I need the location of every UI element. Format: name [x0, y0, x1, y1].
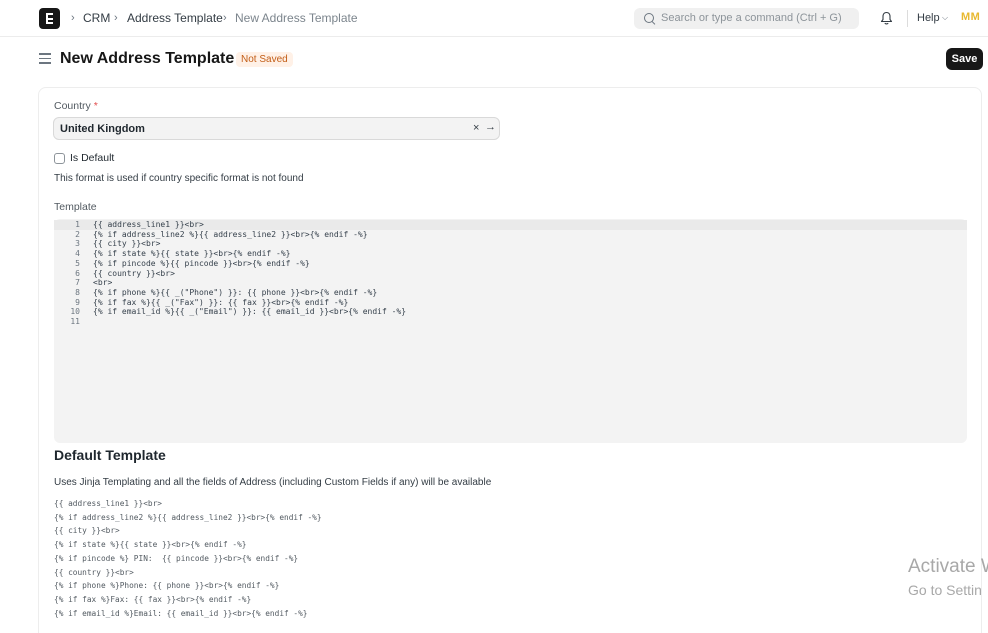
default-template-line: {% if phone %}Phone: {{ phone }}<br>{% e…	[54, 581, 280, 591]
line-number: 1	[75, 220, 80, 229]
avatar[interactable]: MM	[961, 11, 980, 23]
save-button[interactable]: Save	[946, 48, 983, 70]
default-template-description: Uses Jinja Templating and all the fields…	[54, 477, 492, 488]
code-text: {{ city }}<br>	[93, 239, 161, 249]
breadcrumb-separator-icon: ›	[223, 12, 227, 24]
code-text: {% if pincode %}{{ pincode }}<br>{% endi…	[93, 258, 310, 268]
line-number: 8	[75, 287, 80, 297]
line-number: 2	[75, 229, 80, 239]
template-code-editor[interactable]: 1 {{ address_line1 }}<br> 2 {% if address_…	[54, 219, 967, 443]
code-text: {{ country }}<br>	[93, 268, 175, 278]
code-text: {% if state %}{{ state }}<br>{% endif -%…	[93, 249, 291, 259]
search-placeholder: Search or type a command (Ctrl + G)	[661, 12, 842, 24]
code-text: {% if phone %}{{ _("Phone") }}: {{ phone…	[93, 287, 378, 297]
default-template-heading: Default Template	[54, 447, 166, 463]
code-text: {% if fax %}{{ _("Fax") }}: {{ fax }}<br…	[93, 297, 349, 307]
breadcrumb-address-template[interactable]: Address Template	[127, 11, 223, 25]
breadcrumb-separator-icon: ›	[114, 12, 118, 24]
country-value: United Kingdom	[60, 123, 145, 135]
arrow-right-icon[interactable]: →	[485, 121, 496, 133]
search-bar[interactable]: Search or type a command (Ctrl + G)	[634, 8, 859, 29]
country-label: Country *	[54, 100, 98, 112]
required-mark: *	[93, 100, 98, 112]
navbar-divider	[907, 10, 908, 27]
line-number: 4	[75, 249, 80, 259]
activation-watermark: Activate W Go to Settin	[908, 556, 988, 598]
close-icon[interactable]: ×	[473, 122, 479, 134]
search-icon	[644, 13, 654, 23]
template-label: Template	[54, 201, 97, 213]
line-number: 5	[75, 258, 80, 268]
default-template-line: {% if fax %}Fax: {{ fax }}<br>{% endif -…	[54, 594, 252, 604]
default-template-line: {% if address_line2 %}{{ address_line2 }…	[54, 512, 322, 522]
default-template-line: {% if email_id %}Email: {{ email_id }}<b…	[54, 608, 308, 618]
default-template-line: {{ country }}<br>	[54, 567, 134, 577]
chevron-down-icon[interactable]: ⌵	[942, 13, 948, 23]
is-default-checkbox[interactable]	[54, 153, 65, 164]
page-title: New Address Template	[60, 50, 235, 67]
code-text: {{ address_line1 }}<br>	[93, 220, 204, 229]
breadcrumb-current[interactable]: New Address Template	[235, 11, 358, 25]
line-number: 3	[75, 239, 80, 249]
is-default-label[interactable]: Is Default	[70, 152, 114, 164]
navbar: › CRM › Address Template › New Address T…	[0, 0, 988, 37]
code-text: <br>	[93, 278, 113, 288]
line-number: 10	[70, 307, 80, 317]
default-template-line: {% if state %}{{ state }}<br>{% endif -%…	[54, 540, 247, 550]
help-menu[interactable]: Help	[917, 12, 940, 24]
default-template-line: {{ address_line1 }}<br>	[54, 499, 162, 508]
code-text: {% if address_line2 %}{{ address_line2 }…	[93, 229, 368, 239]
breadcrumb-separator-icon: ›	[71, 12, 75, 24]
country-field[interactable]: United Kingdom × →	[53, 117, 500, 140]
line-number: 9	[75, 297, 80, 307]
hamburger-icon[interactable]	[39, 53, 51, 64]
default-template-line: {{ city }}<br>	[54, 526, 120, 536]
line-number: 7	[75, 278, 80, 288]
default-template-line: {% if pincode %} PIN: {{ pincode }}<br>{…	[54, 553, 299, 563]
bell-icon[interactable]	[880, 11, 893, 26]
line-number: 6	[75, 268, 80, 278]
watermark-line-1: Activate W	[908, 556, 988, 577]
code-text: {% if email_id %}{{ _("Email") }}: {{ em…	[93, 307, 407, 317]
is-default-help-text: This format is used if country specific …	[54, 173, 304, 184]
status-badge: Not Saved	[236, 52, 293, 67]
watermark-line-2: Go to Settin	[908, 582, 982, 598]
breadcrumb-crm[interactable]: CRM	[83, 11, 110, 25]
app-logo-icon[interactable]	[39, 8, 60, 29]
line-number: 11	[70, 317, 80, 326]
